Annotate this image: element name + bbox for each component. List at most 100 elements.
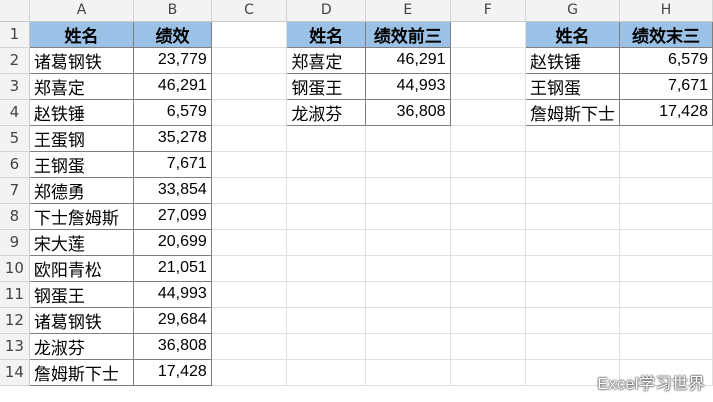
empty-cell[interactable] (450, 47, 527, 74)
table-main-value-cell[interactable]: 29,684 (133, 306, 212, 334)
table-top-name-cell[interactable]: 钢蛋王 (286, 72, 367, 100)
table-bottom-value-cell[interactable]: 17,428 (619, 98, 713, 126)
empty-cell[interactable] (450, 229, 527, 256)
empty-cell[interactable] (286, 307, 367, 334)
empty-cell[interactable] (365, 333, 451, 360)
table-bottom-value-cell[interactable]: 6,579 (619, 46, 713, 74)
empty-cell[interactable] (211, 333, 288, 360)
row-header[interactable]: 4 (0, 99, 30, 126)
empty-cell[interactable] (450, 99, 527, 126)
table-main-name-cell[interactable]: 欧阳青松 (28, 254, 135, 282)
select-all-corner[interactable] (0, 0, 30, 22)
empty-cell[interactable] (286, 359, 367, 386)
table-bottom-header-cell[interactable]: 姓名 (525, 20, 621, 48)
table-main-header-cell[interactable]: 绩效 (133, 20, 212, 48)
table-main-value-cell[interactable]: 17,428 (133, 358, 212, 386)
table-top-name-cell[interactable]: 龙淑芬 (286, 98, 367, 126)
empty-cell[interactable] (619, 281, 713, 308)
empty-cell[interactable] (286, 229, 367, 256)
empty-cell[interactable] (211, 281, 288, 308)
table-main-name-cell[interactable]: 龙淑芬 (28, 332, 135, 360)
table-bottom-name-cell[interactable]: 赵铁锤 (525, 46, 621, 74)
table-main-value-cell[interactable]: 23,779 (133, 46, 212, 74)
row-header[interactable]: 14 (0, 359, 30, 386)
empty-cell[interactable] (211, 359, 288, 386)
empty-cell[interactable] (365, 177, 451, 204)
empty-cell[interactable] (619, 151, 713, 178)
row-header[interactable]: 10 (0, 255, 30, 282)
column-header-d[interactable]: D (286, 0, 367, 22)
empty-cell[interactable] (365, 307, 451, 334)
empty-cell[interactable] (619, 125, 713, 152)
row-header[interactable]: 8 (0, 203, 30, 230)
row-header[interactable]: 11 (0, 281, 30, 308)
column-header-g[interactable]: G (525, 0, 621, 22)
table-main-name-cell[interactable]: 郑德勇 (28, 176, 135, 204)
empty-cell[interactable] (525, 125, 621, 152)
row-header[interactable]: 5 (0, 125, 30, 152)
empty-cell[interactable] (286, 281, 367, 308)
row-header[interactable]: 12 (0, 307, 30, 334)
empty-cell[interactable] (211, 151, 288, 178)
empty-cell[interactable] (525, 151, 621, 178)
row-header[interactable]: 13 (0, 333, 30, 360)
empty-cell[interactable] (365, 151, 451, 178)
row-header[interactable]: 9 (0, 229, 30, 256)
empty-cell[interactable] (211, 255, 288, 282)
empty-cell[interactable] (450, 151, 527, 178)
empty-cell[interactable] (365, 281, 451, 308)
empty-cell[interactable] (286, 177, 367, 204)
row-header[interactable]: 1 (0, 21, 30, 48)
empty-cell[interactable] (525, 307, 621, 334)
empty-cell[interactable] (525, 203, 621, 230)
empty-cell[interactable] (365, 255, 451, 282)
table-top-header-cell[interactable]: 姓名 (286, 20, 367, 48)
table-top-value-cell[interactable]: 46,291 (365, 46, 451, 74)
table-main-name-cell[interactable]: 钢蛋王 (28, 280, 135, 308)
table-bottom-name-cell[interactable]: 詹姆斯下士 (525, 98, 621, 126)
empty-cell[interactable] (450, 359, 527, 386)
empty-cell[interactable] (525, 281, 621, 308)
empty-cell[interactable] (619, 255, 713, 282)
empty-cell[interactable] (211, 203, 288, 230)
table-main-name-cell[interactable]: 王钢蛋 (28, 150, 135, 178)
empty-cell[interactable] (211, 99, 288, 126)
empty-cell[interactable] (450, 255, 527, 282)
table-main-header-cell[interactable]: 姓名 (28, 20, 135, 48)
table-top-value-cell[interactable]: 36,808 (365, 98, 451, 126)
empty-cell[interactable] (211, 229, 288, 256)
empty-cell[interactable] (211, 47, 288, 74)
empty-cell[interactable] (286, 125, 367, 152)
empty-cell[interactable] (450, 281, 527, 308)
empty-cell[interactable] (619, 229, 713, 256)
empty-cell[interactable] (365, 229, 451, 256)
empty-cell[interactable] (365, 359, 451, 386)
empty-cell[interactable] (525, 255, 621, 282)
empty-cell[interactable] (450, 333, 527, 360)
empty-cell[interactable] (211, 73, 288, 100)
empty-cell[interactable] (211, 125, 288, 152)
row-header[interactable]: 6 (0, 151, 30, 178)
row-header[interactable]: 3 (0, 73, 30, 100)
table-main-name-cell[interactable]: 下士詹姆斯 (28, 202, 135, 230)
empty-cell[interactable] (211, 21, 288, 48)
column-header-a[interactable]: A (29, 0, 135, 22)
empty-cell[interactable] (286, 151, 367, 178)
table-top-value-cell[interactable]: 44,993 (365, 72, 451, 100)
empty-cell[interactable] (450, 21, 527, 48)
column-header-c[interactable]: C (211, 0, 288, 22)
table-main-name-cell[interactable]: 诸葛钢铁 (28, 46, 135, 74)
table-main-name-cell[interactable]: 詹姆斯下士 (28, 358, 135, 386)
empty-cell[interactable] (525, 229, 621, 256)
table-bottom-header-cell[interactable]: 绩效末三 (619, 20, 713, 48)
column-header-e[interactable]: E (365, 0, 451, 22)
table-main-value-cell[interactable]: 7,671 (133, 150, 212, 178)
table-main-value-cell[interactable]: 46,291 (133, 72, 212, 100)
empty-cell[interactable] (286, 333, 367, 360)
table-main-value-cell[interactable]: 20,699 (133, 228, 212, 256)
empty-cell[interactable] (525, 177, 621, 204)
empty-cell[interactable] (450, 125, 527, 152)
empty-cell[interactable] (286, 203, 367, 230)
table-main-value-cell[interactable]: 33,854 (133, 176, 212, 204)
row-header[interactable]: 2 (0, 47, 30, 74)
